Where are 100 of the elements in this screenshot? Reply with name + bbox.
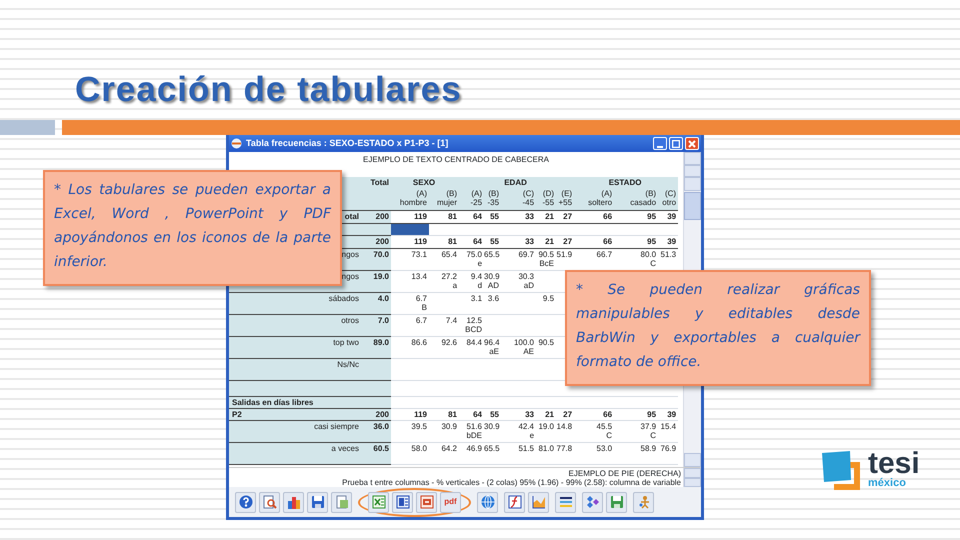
row-label: P2 xyxy=(232,410,242,418)
column-heading: -35 xyxy=(486,198,500,207)
table-cell-text: 39.5 xyxy=(410,422,427,430)
table-cell: 65.5 xyxy=(484,444,500,452)
table-cell-text: 64 xyxy=(472,212,482,220)
column-heading: -25 xyxy=(469,198,482,207)
row-label: ngos xyxy=(342,250,359,258)
column-letter: (C) xyxy=(522,189,534,198)
group-heading: ESTADO xyxy=(608,178,642,187)
column-letter: (A) xyxy=(415,189,427,198)
table-cell-text: 58.9 xyxy=(640,444,656,452)
column-letter: (B) xyxy=(445,189,458,198)
table-cell-text: 21 xyxy=(544,236,554,246)
table-cell-text: 55 xyxy=(489,410,500,418)
table-cell-text: 27 xyxy=(562,212,572,220)
row-total: 4.0 xyxy=(378,294,389,302)
table-cell-text: 6.7 xyxy=(414,294,427,302)
column-heading: otro xyxy=(661,198,676,207)
significance-letter: BcE xyxy=(538,258,554,268)
table-cell-text: 3.6 xyxy=(486,294,500,302)
table-cell-text: 92.6 xyxy=(440,338,458,346)
logo-name: tesi xyxy=(868,451,920,477)
table-cell-text: 45.5 xyxy=(596,422,612,430)
table-cell-text: 33 xyxy=(524,410,534,418)
table-cell-text: 73.1 xyxy=(410,250,427,258)
table-cell-text: 27 xyxy=(562,410,572,418)
column-heading: mujer xyxy=(436,198,458,207)
table-cell-text: 39 xyxy=(666,236,676,246)
table-cell-text: 39 xyxy=(666,410,676,418)
table-cell-text: 64 xyxy=(472,410,482,418)
table-cell: 51.9 xyxy=(556,250,572,258)
table-cell: 77.8 xyxy=(556,444,572,452)
column-letter: (A) xyxy=(600,189,612,198)
table-cell-text: 6.7 xyxy=(414,316,427,324)
table-cell-text: 13.4 xyxy=(410,272,427,280)
table-cell-text: 7.4 xyxy=(444,316,458,324)
table-cell: 30.9 xyxy=(484,272,500,280)
table-cell-text: 27 xyxy=(562,236,572,246)
row-total: 7.0 xyxy=(378,316,389,324)
table-cell: 96.4 xyxy=(484,338,500,346)
table-cell-text: 53.0 xyxy=(596,444,612,452)
table-cell-text: 66 xyxy=(602,410,612,418)
table-cell-text: 3.1 xyxy=(470,294,482,302)
significance-letter: C xyxy=(649,430,656,440)
row-label: casi siempre xyxy=(314,422,359,430)
column-heading: -45 xyxy=(521,198,534,207)
table-cell-text: 90.5 xyxy=(537,338,554,346)
table-cell-text: 55 xyxy=(489,212,500,220)
table-cell-text: 27.2 xyxy=(440,272,458,280)
table-cell: 65.5 xyxy=(484,250,500,258)
column-letter: (B) xyxy=(487,189,500,198)
table-cell-text: 84.4 xyxy=(465,338,482,346)
table-cell-text: 30.3 xyxy=(517,272,534,280)
table-cell-text: 33 xyxy=(524,236,534,246)
table-cell-text: 51.6 xyxy=(465,422,482,430)
table-cell: 14.8 xyxy=(556,422,572,430)
row-total: 200 xyxy=(376,236,389,246)
row-label: top two xyxy=(333,338,359,346)
slide-title: Creación de tabulares xyxy=(74,69,463,111)
table-cell-text: 55 xyxy=(489,236,500,246)
row-label: a veces xyxy=(331,444,359,452)
table-cell-text: 42.4 xyxy=(517,422,534,430)
table-cell-text: 9.4 xyxy=(470,272,482,280)
table-cell-text: 15.4 xyxy=(660,422,676,430)
table-cell-text: 81 xyxy=(447,410,458,418)
row-total: 70.0 xyxy=(373,250,389,258)
row-total: 36.0 xyxy=(373,422,389,430)
row-total: 19.0 xyxy=(373,272,389,280)
row-label: Ns/Nc xyxy=(337,360,359,368)
table-cell-text: 46.9 xyxy=(465,444,482,452)
column-letter: (B) xyxy=(644,189,656,198)
significance-letter: e xyxy=(476,258,482,268)
table-cell-text: 21 xyxy=(544,212,554,220)
row-label: ngos xyxy=(342,272,359,280)
row-label: otros xyxy=(341,316,359,324)
row-total: 89.0 xyxy=(373,338,389,346)
significance-letter: AE xyxy=(522,346,534,356)
column-heading: -55 xyxy=(541,198,554,207)
table-cell-text: 65.4 xyxy=(440,250,458,258)
callout-tooltip: * Los tabulares se pueden exportar a Excel, Word , PowerPoint y PDF apoyándonos en los iconos de la parte inferior. xyxy=(43,170,342,286)
table-cell-text: 58.0 xyxy=(410,444,427,452)
row-label: otal xyxy=(344,212,359,220)
table-cell-text: 119 xyxy=(413,212,427,220)
logo-subtitle: méxico xyxy=(868,477,907,489)
significance-letter: BCD xyxy=(464,324,482,334)
group-heading: EDAD xyxy=(504,178,527,187)
significance-letter: B xyxy=(420,302,427,312)
significance-letter: d xyxy=(476,280,482,290)
table-cell-text: 81 xyxy=(447,212,458,220)
table-cell-text: 86.6 xyxy=(410,338,427,346)
footer-note: Prueba t entre columnas - % verticales - (2 colas) 95% (1.96) - 99% (2.58): columna de variable xyxy=(342,478,681,487)
table-cell-text: 80.0 xyxy=(640,250,656,258)
column-heading: Total xyxy=(370,178,389,187)
significance-letter: C xyxy=(605,430,612,440)
table-cell-text: 119 xyxy=(413,236,427,246)
table-cell-text: 39 xyxy=(666,212,676,220)
column-letter: (C) xyxy=(664,189,676,198)
significance-letter: C xyxy=(649,258,656,268)
table-cell-text: 21 xyxy=(544,410,554,418)
row-total: 200 xyxy=(376,212,389,220)
